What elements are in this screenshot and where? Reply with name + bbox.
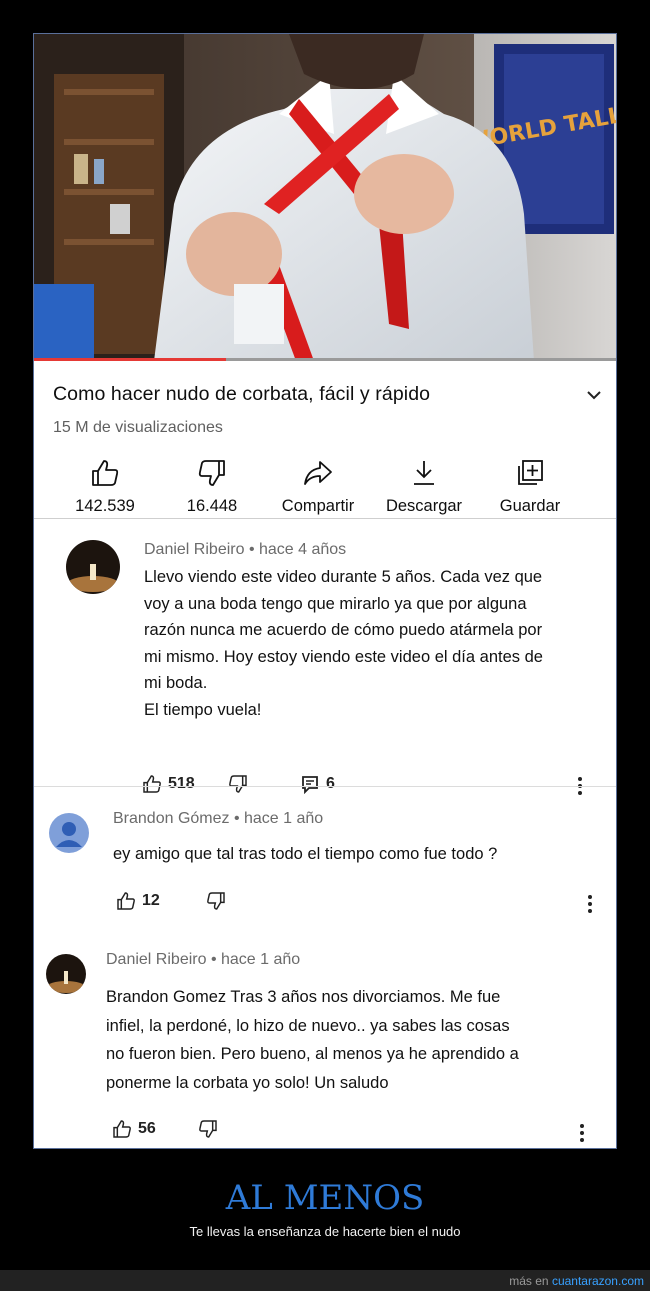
dislike-button[interactable]: 16.448 <box>157 458 267 516</box>
meme-caption-title: AL MENOS <box>225 1178 425 1218</box>
thumbs-down-icon <box>229 775 247 793</box>
download-label: Descargar <box>385 497 463 515</box>
video-title: Como hacer nudo de corbata, fácil y rápi… <box>53 383 431 405</box>
thumbs-up-icon <box>92 460 119 486</box>
default-user-icon <box>56 822 82 847</box>
download-button[interactable]: Descargar <box>369 458 479 516</box>
video-progress-fill <box>34 358 227 361</box>
comment-line: no fueron bien. Pero bueno, al menos ya … <box>106 1045 519 1063</box>
comment-text: Llevo viendo este video durante 5 años. … <box>144 564 543 723</box>
dislike-count: 16.448 <box>186 497 238 515</box>
thumbs-down-icon <box>199 1120 217 1138</box>
comment-line: voy a una boda tengo que mirarlo ya que … <box>144 594 527 613</box>
comment-author[interactable]: Daniel Ribeiro • hace 4 años <box>144 541 346 559</box>
screenshot-frame: WORLD TALLO Como hacer nudo de corbata, … <box>33 33 617 1149</box>
comment-like-button[interactable]: 56 <box>112 1119 156 1139</box>
comment-like-button[interactable]: 518 <box>142 774 195 794</box>
comment-line: Brandon Gomez Tras 3 años nos divorciamo… <box>106 988 501 1006</box>
comment-like-button[interactable]: 12 <box>116 891 160 911</box>
comment-text: ey amigo que tal tras todo el tiempo com… <box>113 841 497 868</box>
save-to-playlist-icon <box>518 460 543 485</box>
more-options-icon[interactable] <box>579 1123 585 1143</box>
save-button[interactable]: Guardar <box>475 458 585 516</box>
video-title-row[interactable]: Como hacer nudo de corbata, fácil y rápi… <box>53 383 603 413</box>
comment-line: infiel, la perdoné, lo hizo de nuevo.. y… <box>106 1016 510 1035</box>
meme-caption-subtitle: Te llevas la enseñanza de hacerte bien e… <box>189 1224 461 1239</box>
more-options-icon[interactable] <box>587 894 593 914</box>
comment-line: ponerme la corbata yo solo! Un saludo <box>106 1073 389 1092</box>
share-label: Compartir <box>281 497 355 515</box>
comment-reply-count: 6 <box>326 775 335 792</box>
comment-separator <box>34 786 616 787</box>
thumbs-down-icon <box>198 460 225 486</box>
share-button[interactable]: Compartir <box>263 458 373 516</box>
share-icon <box>304 461 332 485</box>
comment-dislike-button[interactable] <box>228 774 248 794</box>
video-frame-illustration: WORLD TALLO <box>34 34 616 361</box>
comment-line: El tiempo vuela! <box>144 700 262 719</box>
thumbs-up-icon <box>117 892 135 910</box>
avatar[interactable] <box>46 954 86 994</box>
avatar[interactable] <box>49 813 89 853</box>
blue-box <box>34 284 94 359</box>
thumbs-up-icon <box>143 775 161 793</box>
footer-link[interactable]: cuantarazon.com <box>552 1274 644 1288</box>
thumbs-up-icon <box>113 1120 131 1138</box>
comment-like-count: 12 <box>142 892 160 909</box>
comment-dislike-button[interactable] <box>206 891 226 911</box>
action-bar: 142.539 16.448 Compartir Descargar Guard… <box>34 458 616 520</box>
comment-like-count: 518 <box>168 775 195 792</box>
comment-line: Llevo viendo este video durante 5 años. … <box>144 568 543 586</box>
reply-comment-icon <box>302 776 318 794</box>
comment-author[interactable]: Brandon Gómez • hace 1 año <box>113 810 323 828</box>
comment-line: mi boda. <box>144 674 208 692</box>
right-hand <box>354 154 454 234</box>
comment-line: mi mismo. Hoy estoy viendo este video el… <box>144 647 543 666</box>
thumbs-down-icon <box>207 892 225 910</box>
download-icon <box>414 461 434 485</box>
footer-text: más en cuantarazon.com <box>509 1274 644 1288</box>
comment-line: ey amigo que tal tras todo el tiempo com… <box>113 845 498 863</box>
avatar-image <box>66 540 120 594</box>
video-progress-bar[interactable] <box>34 358 616 361</box>
video-player[interactable]: WORLD TALLO <box>34 34 616 361</box>
site-footer: más en cuantarazon.com <box>0 1270 650 1291</box>
footer-prefix: más en <box>509 1274 552 1288</box>
like-button[interactable]: 142.539 <box>50 458 160 516</box>
comment-dislike-button[interactable] <box>198 1119 218 1139</box>
comment-author[interactable]: Daniel Ribeiro • hace 1 año <box>106 951 300 969</box>
like-count: 142.539 <box>75 497 135 515</box>
comment-replies-button[interactable]: 6 <box>300 774 335 794</box>
comment-like-count: 56 <box>138 1120 156 1137</box>
left-hand <box>186 212 282 296</box>
avatar-image <box>46 954 86 994</box>
save-label: Guardar <box>499 497 561 515</box>
view-count: 15 M de visualizaciones <box>53 419 223 436</box>
avatar[interactable] <box>66 540 120 594</box>
chevron-down-icon[interactable] <box>585 386 603 404</box>
comment-toolbar: 56 <box>112 1119 312 1143</box>
comment-toolbar: 12 <box>116 891 316 915</box>
comment-text: Brandon Gomez Tras 3 años nos divorciamo… <box>106 983 519 1097</box>
comment-line: razón nunca me acuerdo de cómo puedo atá… <box>144 621 543 639</box>
divider <box>34 518 616 519</box>
